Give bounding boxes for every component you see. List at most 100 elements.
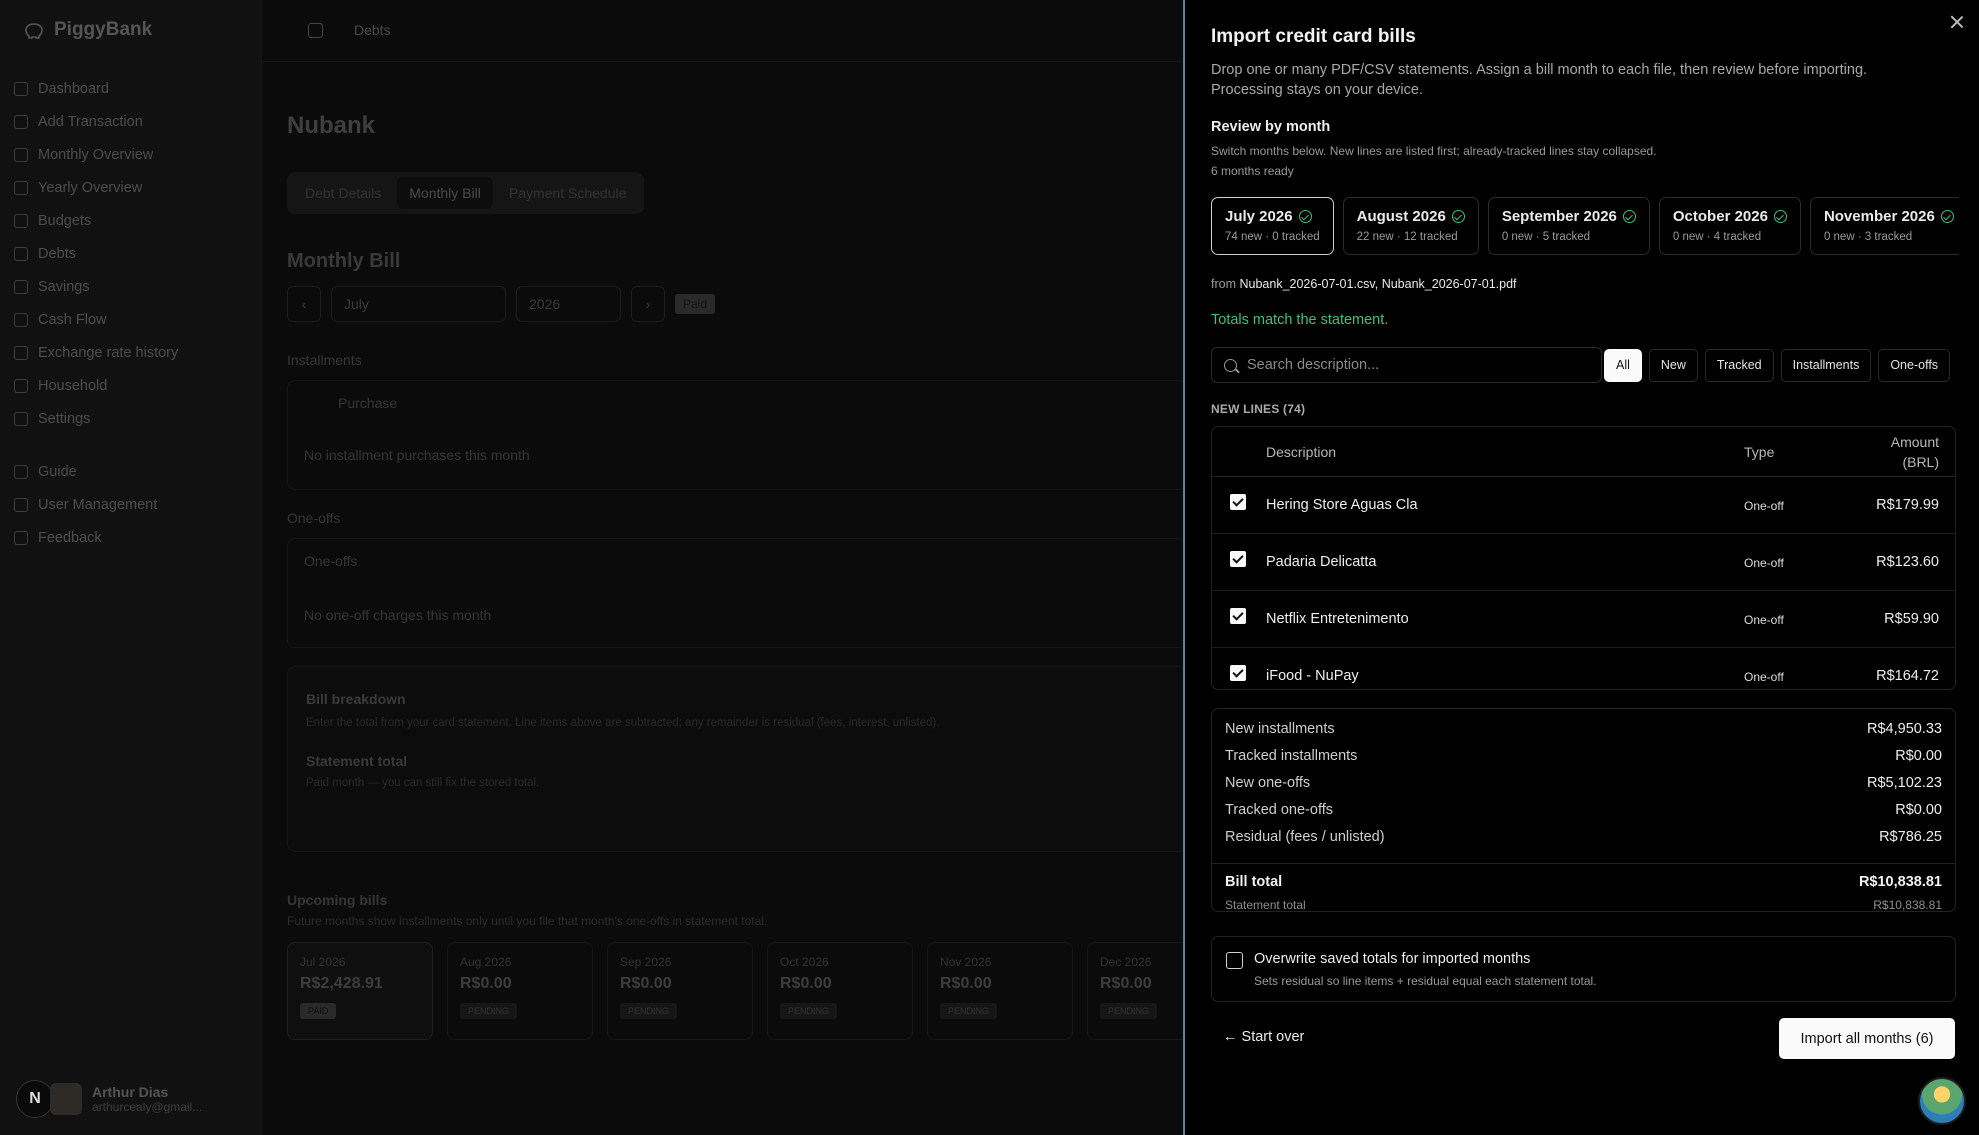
check-circle-icon bbox=[1622, 210, 1636, 223]
sidebar-item-user-management[interactable]: User Management bbox=[12, 488, 252, 521]
month-card-november[interactable]: November 2026 0 new · 3 tracked bbox=[1809, 197, 1959, 255]
total-label: New one-offs bbox=[1225, 775, 1311, 791]
upcoming-status: PAID bbox=[300, 1003, 337, 1019]
filter-group: All New Tracked Installments One-offs bbox=[1604, 347, 1957, 383]
bar-chart-icon bbox=[14, 213, 28, 228]
month-stats: 0 new · 5 tracked bbox=[1501, 231, 1591, 243]
book-icon bbox=[14, 464, 28, 479]
sidebar-item-label: Budgets bbox=[38, 212, 92, 229]
column-description: Description bbox=[1266, 444, 1337, 460]
sidebar-item-savings[interactable]: Savings bbox=[12, 270, 252, 303]
close-icon[interactable] bbox=[1949, 14, 1965, 30]
sidebar-item-label: Household bbox=[38, 377, 108, 394]
tab-monthly-bill[interactable]: Monthly Bill bbox=[397, 177, 493, 209]
sidebar-toggle-icon[interactable] bbox=[308, 23, 323, 38]
row-checkbox[interactable] bbox=[1230, 665, 1246, 681]
page-title: Nubank bbox=[287, 112, 376, 139]
upcoming-status: PENDING bbox=[620, 1003, 678, 1019]
import-all-button[interactable]: Import all months (6) bbox=[1779, 1018, 1955, 1059]
breakdown-desc: Enter the total from your card statement… bbox=[306, 717, 940, 729]
month-card-october[interactable]: October 2026 0 new · 4 tracked bbox=[1658, 197, 1801, 255]
filter-one-offs[interactable]: One-offs bbox=[1878, 348, 1951, 382]
sidebar-item-guide[interactable]: Guide bbox=[12, 455, 252, 488]
sidebar-item-label: Guide bbox=[38, 463, 77, 480]
start-over-button[interactable]: ← Start over bbox=[1223, 1029, 1304, 1045]
row-amount: R$59.90 bbox=[1884, 611, 1939, 627]
filter-all[interactable]: All bbox=[1604, 348, 1642, 382]
upcoming-card[interactable]: Jul 2026 R$2,428.91 PAID bbox=[287, 942, 433, 1040]
month-stats: 22 new · 12 tracked bbox=[1356, 231, 1458, 243]
avatar bbox=[50, 1083, 82, 1115]
statement-total-value: R$10,838.81 bbox=[1873, 898, 1942, 912]
month-select[interactable]: July bbox=[331, 286, 506, 322]
bill-total-value: R$10,838.81 bbox=[1858, 874, 1942, 890]
tab-payment-schedule[interactable]: Payment Schedule bbox=[497, 177, 639, 209]
installments-label: Installments bbox=[287, 352, 362, 368]
row-checkbox[interactable] bbox=[1230, 551, 1246, 567]
n-badge[interactable]: N bbox=[16, 1080, 54, 1118]
sidebar-item-monthly-overview[interactable]: Monthly Overview bbox=[12, 138, 252, 171]
search-input[interactable] bbox=[1247, 357, 1587, 373]
row-checkbox[interactable] bbox=[1230, 494, 1246, 510]
piggy-icon bbox=[14, 279, 28, 294]
upcoming-card[interactable]: Sep 2026 R$0.00 PENDING bbox=[607, 942, 753, 1040]
debt-tabs: Debt Details Monthly Bill Payment Schedu… bbox=[287, 172, 645, 214]
brand[interactable]: PiggyBank bbox=[22, 18, 152, 42]
upcoming-month: Oct 2026 bbox=[780, 955, 829, 969]
purchase-column: Purchase bbox=[338, 395, 398, 411]
calendar-icon bbox=[14, 147, 28, 162]
sheet-description: Drop one or many PDF/CSV statements. Ass… bbox=[1211, 62, 1868, 98]
prev-month-button[interactable]: ‹ bbox=[287, 286, 321, 322]
month-card-august[interactable]: August 2026 22 new · 12 tracked bbox=[1342, 197, 1479, 255]
upcoming-month: Nov 2026 bbox=[940, 955, 992, 969]
sidebar-item-settings[interactable]: Settings bbox=[12, 402, 252, 435]
column-amount-line2: (BRL) bbox=[1902, 454, 1939, 470]
filter-installments[interactable]: Installments bbox=[1780, 348, 1872, 382]
total-line: Tracked one-offs R$0.00 bbox=[1225, 802, 1942, 829]
sidebar-item-label: Savings bbox=[38, 278, 90, 295]
row-type: One-off bbox=[1744, 556, 1784, 570]
sidebar-item-feedback[interactable]: Feedback bbox=[12, 521, 252, 554]
next-month-button[interactable]: › bbox=[631, 286, 665, 322]
year-select[interactable]: 2026 bbox=[516, 286, 621, 322]
oneoffs-label: One-offs bbox=[287, 510, 341, 526]
month-card-september[interactable]: September 2026 0 new · 5 tracked bbox=[1487, 197, 1650, 255]
search-box[interactable] bbox=[1211, 347, 1602, 383]
sidebar-item-dashboard[interactable]: Dashboard bbox=[12, 72, 252, 105]
breadcrumb[interactable]: Debts bbox=[354, 22, 391, 38]
row-description: Padaria Delicatta bbox=[1266, 554, 1377, 570]
row-checkbox[interactable] bbox=[1230, 608, 1246, 624]
sidebar-item-label: Feedback bbox=[38, 529, 102, 546]
upcoming-status: PENDING bbox=[780, 1003, 838, 1019]
tab-debt-details[interactable]: Debt Details bbox=[293, 177, 393, 209]
sidebar-item-add-transaction[interactable]: Add Transaction bbox=[12, 105, 252, 138]
totals-summary: New installments R$4,950.33 Tracked insta… bbox=[1211, 708, 1956, 912]
sidebar-item-household[interactable]: Household bbox=[12, 369, 252, 402]
overwrite-checkbox[interactable] bbox=[1226, 952, 1243, 969]
overwrite-option[interactable]: Overwrite saved totals for imported mont… bbox=[1211, 936, 1956, 1002]
sidebar-item-debts[interactable]: Debts bbox=[12, 237, 252, 270]
new-lines-table[interactable]: Description Type Amount (BRL) Hering Stor… bbox=[1211, 426, 1956, 690]
sidebar-item-cash-flow[interactable]: Cash Flow bbox=[12, 303, 252, 336]
filter-tracked[interactable]: Tracked bbox=[1704, 348, 1774, 382]
sidebar-item-yearly-overview[interactable]: Yearly Overview bbox=[12, 171, 252, 204]
upcoming-card[interactable]: Nov 2026 R$0.00 PENDING bbox=[927, 942, 1073, 1040]
brand-name: PiggyBank bbox=[54, 19, 153, 40]
sidebar-item-budgets[interactable]: Budgets bbox=[12, 204, 252, 237]
sidebar-item-exchange-rate-history[interactable]: Exchange rate history bbox=[12, 336, 252, 369]
upcoming-card[interactable]: Aug 2026 R$0.00 PENDING bbox=[447, 942, 593, 1040]
assistant-avatar-icon[interactable] bbox=[1918, 1077, 1966, 1125]
message-icon bbox=[14, 530, 28, 545]
search-icon bbox=[1224, 358, 1237, 372]
month-card-july[interactable]: July 2026 74 new · 0 tracked bbox=[1211, 197, 1334, 255]
month-selector: July 2026 74 new · 0 tracked August 2026… bbox=[1211, 197, 1959, 255]
new-lines-label: NEW LINES (74) bbox=[1211, 402, 1306, 416]
app-background: PiggyBank Dashboard Add Transaction Mont… bbox=[0, 0, 1233, 1135]
check-circle-icon bbox=[1773, 210, 1787, 223]
upcoming-value: R$0.00 bbox=[940, 975, 992, 992]
filter-new[interactable]: New bbox=[1648, 348, 1698, 382]
total-value: R$5,102.23 bbox=[1867, 775, 1942, 791]
bill-total-label: Bill total bbox=[1225, 874, 1283, 890]
user-menu[interactable]: N Arthur Dias arthurcealy@gmail... bbox=[16, 1080, 202, 1118]
upcoming-card[interactable]: Oct 2026 R$0.00 PENDING bbox=[767, 942, 913, 1040]
